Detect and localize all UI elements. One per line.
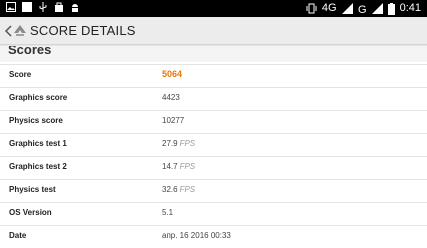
physics-test-row: Physics test 32.6 FPS [0, 179, 427, 202]
graphics-test-2-row: Graphics test 2 14.7 FPS [0, 156, 427, 179]
svg-text:G: G [358, 4, 367, 14]
fps-unit: FPS [179, 139, 196, 148]
status-bar: 4G G 0:41 [0, 0, 427, 17]
row-label: Date [9, 231, 27, 240]
signal-2-icon [371, 3, 383, 14]
row-label: Graphics test 1 [9, 139, 67, 148]
android-icon [72, 4, 78, 12]
row-value: 5.1 [162, 208, 174, 217]
signal-g-icon: G [358, 4, 367, 14]
row-value: 4423 [162, 93, 180, 102]
signal-icon [341, 3, 353, 14]
page-title: SCORE DETAILS [30, 23, 136, 38]
row-label: Score [9, 70, 32, 79]
row-label: Graphics test 2 [9, 162, 67, 171]
physics-score-row: Physics score 10277 [0, 110, 427, 133]
vibrate-icon [306, 3, 317, 14]
graphics-test-1-row: Graphics test 1 27.9 FPS [0, 133, 427, 156]
os-version-row: OS Version 5.1 [0, 202, 427, 225]
row-label: Graphics score [9, 93, 68, 102]
app-bar: SCORE DETAILS [0, 17, 427, 44]
total-score-value: 5064 [162, 69, 183, 79]
white-square-icon [22, 2, 32, 12]
fps-unit: FPS [179, 162, 196, 171]
shopping-bag-icon [55, 2, 63, 12]
network-type: 4G [321, 2, 337, 14]
row-value-wrap: 32.6 FPS [162, 185, 195, 194]
fps-unit: FPS [179, 185, 196, 194]
3dmark-logo-icon [14, 25, 26, 36]
row-label: OS Version [9, 208, 52, 217]
row-value: 10277 [162, 116, 185, 125]
row-value: апр. 16 2016 00:33 [162, 231, 231, 240]
system-indicators: 4G G 0:41 [306, 1, 421, 16]
scores-card: Scores Score 5064 Graphics score 4423 Ph… [0, 42, 427, 248]
section-header: Scores [0, 42, 427, 62]
row-label: Physics test [9, 185, 56, 194]
graphics-score-row: Graphics score 4423 [0, 87, 427, 110]
notification-icons [6, 2, 80, 12]
image-icon [6, 2, 16, 12]
row-value: 14.7 [162, 162, 178, 171]
battery-icon [387, 2, 395, 15]
usb-icon [39, 2, 47, 12]
row-label: Physics score [9, 116, 63, 125]
row-value: 27.9 [162, 139, 178, 148]
date-row: Date апр. 16 2016 00:33 [0, 225, 427, 248]
row-value-wrap: 14.7 FPS [162, 162, 195, 171]
score-row: Score 5064 [0, 64, 427, 87]
clock: 0:41 [399, 2, 421, 14]
row-value-wrap: 27.9 FPS [162, 139, 195, 148]
row-value: 32.6 [162, 185, 178, 194]
app-bar-shadow [0, 44, 427, 46]
